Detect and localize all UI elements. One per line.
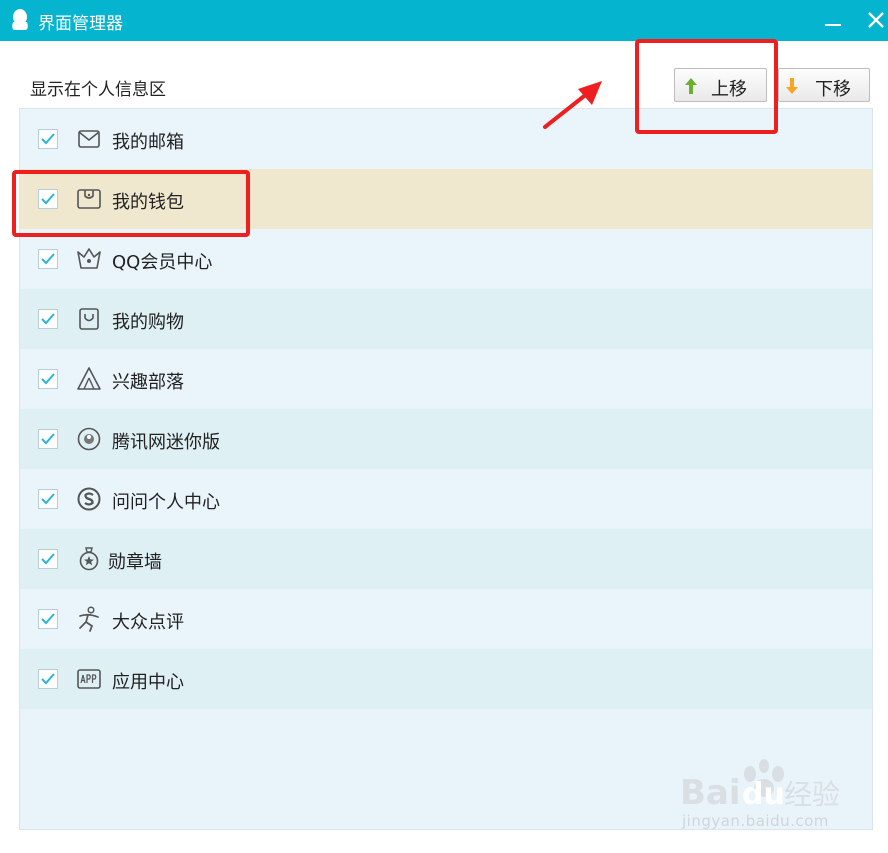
list-item-tencent-mini[interactable]: 腾讯网迷你版 — [20, 409, 872, 469]
item-checkbox[interactable] — [38, 309, 58, 329]
item-checkbox[interactable] — [38, 429, 58, 449]
minimize-button[interactable] — [824, 10, 842, 30]
item-checkbox[interactable] — [38, 369, 58, 389]
watermark-url: jingyan.baidu.com — [682, 812, 829, 830]
list-item-shopping[interactable]: 我的购物 — [20, 289, 872, 349]
qq-penguin-icon — [12, 9, 28, 30]
annotation-box-wallet — [12, 170, 250, 237]
item-label: 问问个人中心 — [112, 492, 220, 513]
list-item-qq-vip[interactable]: QQ会员中心 — [20, 229, 872, 289]
tent-icon — [77, 367, 101, 390]
wenwen-icon — [77, 487, 101, 511]
baidu-jingyan-watermark: Bai du 经验 — [680, 759, 840, 812]
globe-icon — [77, 427, 101, 451]
move-down-button[interactable]: 下移 — [778, 68, 870, 102]
item-checkbox[interactable] — [38, 549, 58, 569]
close-icon[interactable] — [866, 10, 886, 30]
move-down-label: 下移 — [815, 79, 851, 100]
annotation-arrow-icon — [543, 81, 602, 129]
item-checkbox[interactable] — [38, 669, 58, 689]
item-checkbox[interactable] — [38, 609, 58, 629]
svg-text:Bai: Bai — [680, 773, 741, 812]
mail-icon — [78, 130, 100, 148]
item-label: 我的购物 — [112, 312, 184, 333]
list-item-wenwen[interactable]: 问问个人中心 — [20, 469, 872, 529]
title-bar: 界面管理器 — [0, 0, 888, 41]
item-label: 大众点评 — [112, 612, 184, 633]
item-label: 我的邮箱 — [112, 132, 184, 153]
app-icon — [77, 669, 101, 689]
item-checkbox[interactable] — [38, 489, 58, 509]
svg-text:du: du — [742, 777, 785, 812]
svg-text:经验: 经验 — [784, 778, 840, 811]
item-label: QQ会员中心 — [112, 252, 213, 273]
crown-icon — [77, 248, 101, 269]
annotation-box-move-up — [635, 39, 778, 134]
list-item-dianping[interactable]: 大众点评 — [20, 589, 872, 649]
item-label: 兴趣部落 — [112, 372, 184, 393]
dianping-icon — [79, 606, 99, 632]
item-checkbox[interactable] — [38, 129, 58, 149]
medal-icon — [79, 547, 99, 571]
item-label: 勋章墙 — [108, 552, 162, 573]
list-item-medal-wall[interactable]: 勋章墙 — [20, 529, 872, 589]
window-title: 界面管理器 — [38, 14, 123, 34]
section-label: 显示在个人信息区 — [30, 80, 166, 100]
arrow-down-icon — [786, 78, 798, 94]
list-item-interest-tribe[interactable]: 兴趣部落 — [20, 349, 872, 409]
item-label: 腾讯网迷你版 — [112, 432, 220, 453]
shopping-bag-icon — [79, 308, 99, 330]
item-label: 应用中心 — [112, 672, 184, 693]
item-checkbox[interactable] — [38, 249, 58, 269]
list-item-app-center[interactable]: 应用中心 — [20, 649, 872, 709]
